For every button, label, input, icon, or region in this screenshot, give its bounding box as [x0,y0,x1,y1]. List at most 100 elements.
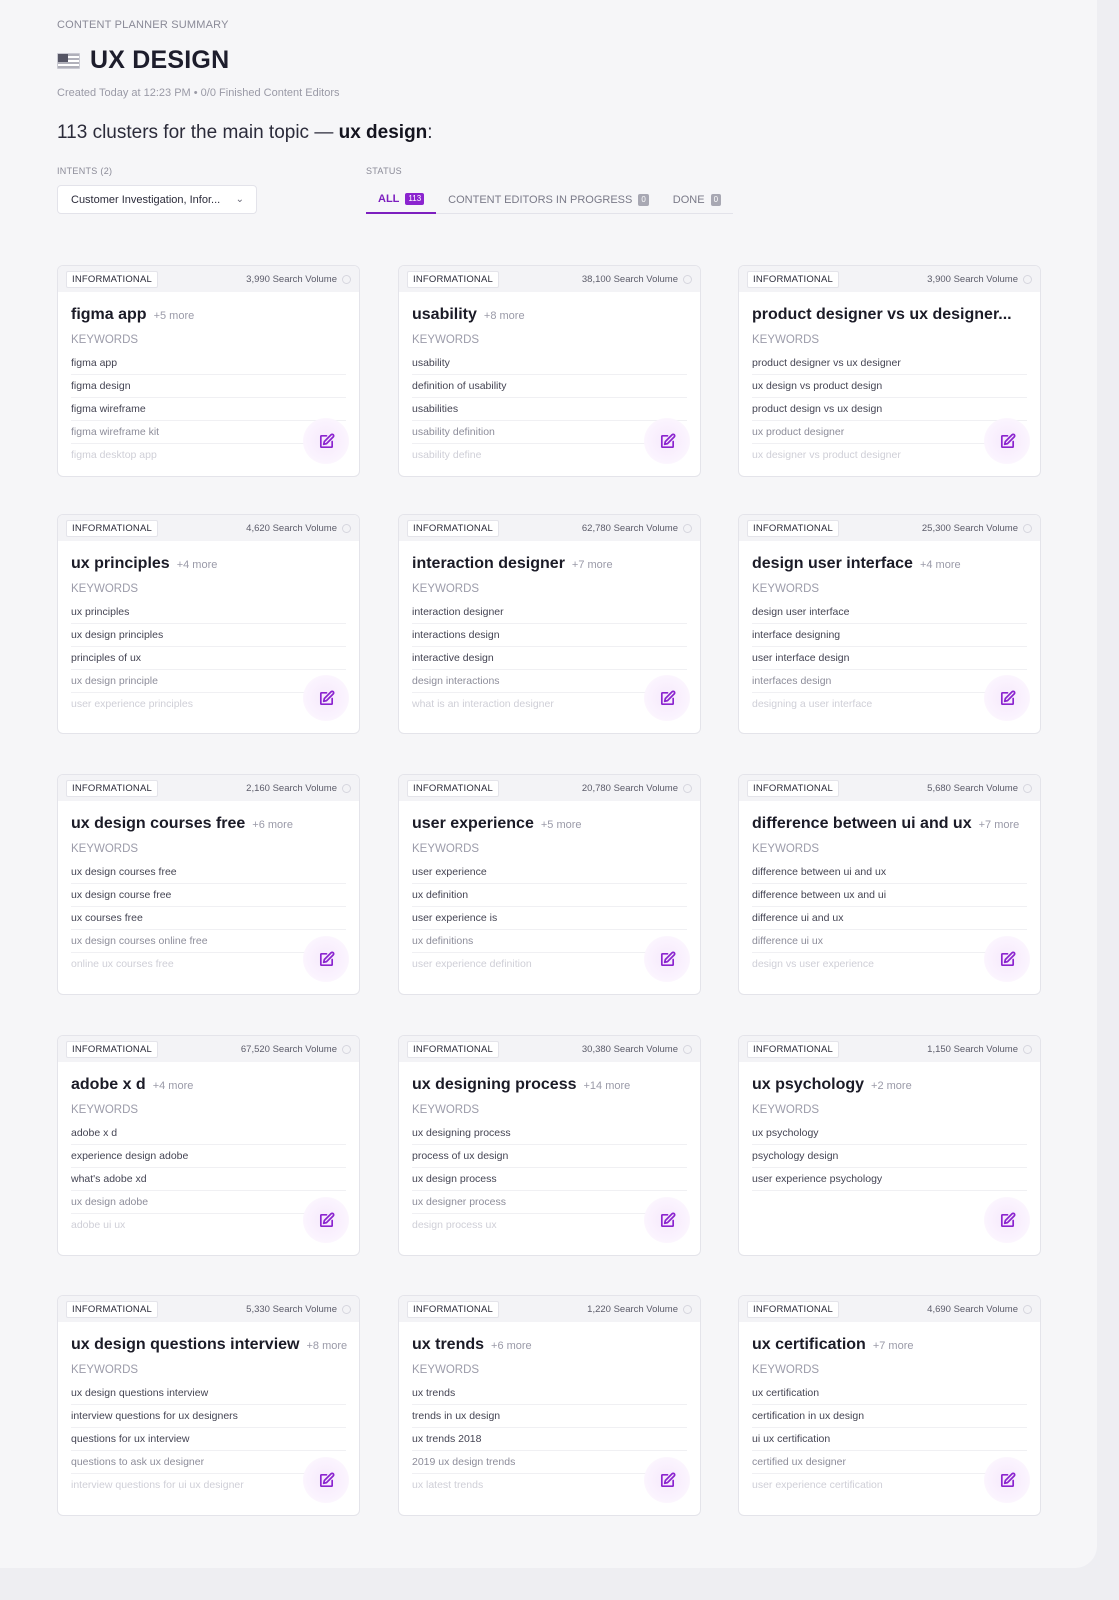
more-keywords-count: +8 more [306,1340,348,1352]
search-volume-text: 1,220 Search Volume [587,1303,678,1315]
edit-button[interactable] [303,936,349,982]
edit-button[interactable] [984,1457,1030,1503]
search-volume-text: 38,100 Search Volume [581,273,678,285]
cluster-title-text: adobe x d [71,1076,146,1093]
cluster-card[interactable]: INFORMATIONAL 25,300 Search Volume desig… [738,514,1041,734]
keywords-heading: KEYWORDS [71,1104,139,1116]
search-volume-text: 25,300 Search Volume [921,522,1018,534]
cluster-title-text: ux certification [752,1336,866,1353]
select-circle-icon[interactable] [1023,523,1032,533]
select-circle-icon[interactable] [683,274,692,284]
select-circle-icon[interactable] [342,1304,351,1314]
keyword-item: ux courses free [71,907,346,930]
more-keywords-count: +4 more [919,559,961,571]
keyword-item: ux certification [752,1382,1027,1405]
cluster-title: ux psychology +2 more [739,1062,1040,1094]
select-circle-icon[interactable] [1023,1304,1032,1314]
keyword-item: difference between ux and ui [752,884,1027,907]
search-volume-text: 62,780 Search Volume [581,522,678,534]
keyword-item: user experience [412,861,687,884]
cluster-card[interactable]: INFORMATIONAL 1,220 Search Volume ux tre… [398,1295,701,1516]
search-volume: 62,780 Search Volume [582,523,692,534]
keyword-item: difference between ui and ux [752,861,1027,884]
keyword-item: ux design questions interview [71,1382,346,1405]
keywords-heading: KEYWORDS [412,583,480,595]
cluster-card[interactable]: INFORMATIONAL 4,620 Search Volume ux pri… [57,514,360,734]
search-volume: 20,780 Search Volume [582,783,692,794]
tab-content-editors-in-progress[interactable]: CONTENT EDITORS IN PROGRESS 0 [436,185,661,214]
intents-dropdown[interactable]: Customer Investigation, Infor... ⌄ [57,185,257,214]
keyword-item: ux design course free [71,884,346,907]
select-circle-icon[interactable] [683,783,692,793]
keywords-heading: KEYWORDS [412,1364,480,1376]
keyword-item: ux psychology [752,1122,1027,1145]
keywords-heading: KEYWORDS [752,843,820,855]
more-keywords-count: +4 more [176,559,218,571]
tab-all[interactable]: ALL 113 [366,185,437,214]
cluster-card[interactable]: INFORMATIONAL 5,680 Search Volume differ… [738,774,1041,995]
keywords-heading: KEYWORDS [71,334,139,346]
select-circle-icon[interactable] [342,523,351,533]
cluster-card[interactable]: INFORMATIONAL 62,780 Search Volume inter… [398,514,701,734]
cluster-card[interactable]: INFORMATIONAL 4,690 Search Volume ux cer… [738,1295,1041,1516]
edit-button[interactable] [644,675,690,721]
edit-button[interactable] [644,1457,690,1503]
cluster-card[interactable]: INFORMATIONAL 67,520 Search Volume adobe… [57,1035,360,1256]
keywords-heading: KEYWORDS [412,334,480,346]
edit-button[interactable] [984,1197,1030,1243]
edit-icon [319,951,334,966]
edit-button[interactable] [984,936,1030,982]
keyword-item: psychology design [752,1145,1027,1168]
edit-button[interactable] [984,418,1030,464]
cluster-title: design user interface +4 more [739,541,1040,573]
card-header: INFORMATIONAL 1,150 Search Volume [739,1036,1040,1062]
search-volume: 3,900 Search Volume [927,274,1032,285]
cluster-card[interactable]: INFORMATIONAL 38,100 Search Volume usabi… [398,265,701,477]
search-volume: 67,520 Search Volume [241,1044,351,1055]
more-keywords-count: +6 more [491,1340,532,1352]
search-volume-text: 67,520 Search Volume [240,1043,337,1055]
select-circle-icon[interactable] [1023,783,1032,793]
edit-button[interactable] [303,675,349,721]
tab-count-badge: 0 [638,193,649,206]
headline-topic: ux design [338,122,428,143]
edit-button[interactable] [303,418,349,464]
card-header: INFORMATIONAL 38,100 Search Volume [399,266,700,292]
cluster-card[interactable]: INFORMATIONAL 2,160 Search Volume ux des… [57,774,360,995]
cluster-card[interactable]: INFORMATIONAL 30,380 Search Volume ux de… [398,1035,701,1256]
edit-icon [1000,690,1015,705]
cluster-card[interactable]: INFORMATIONAL 5,330 Search Volume ux des… [57,1295,360,1516]
select-circle-icon[interactable] [1023,274,1032,284]
edit-button[interactable] [984,675,1030,721]
more-keywords-count: +2 more [871,1080,912,1092]
cluster-card[interactable]: INFORMATIONAL 20,780 Search Volume user … [398,774,701,995]
cluster-title: product designer vs ux designer... [739,292,1040,324]
page-title: UX DESIGN [90,46,230,74]
select-circle-icon[interactable] [683,1044,692,1054]
edit-icon [319,1212,334,1227]
keywords-heading: KEYWORDS [752,334,820,346]
select-circle-icon[interactable] [683,523,692,533]
keyword-item: principles of ux [71,647,346,670]
cluster-title: ux certification +7 more [739,1322,1040,1354]
tab-done[interactable]: DONE 0 [661,185,733,214]
edit-button[interactable] [303,1197,349,1243]
edit-button[interactable] [644,936,690,982]
cluster-title-text: ux trends [412,1336,485,1353]
select-circle-icon[interactable] [342,783,351,793]
keyword-item: definition of usability [412,375,687,398]
intent-badge: INFORMATIONAL [66,519,159,537]
keyword-item: user experience is [412,907,687,930]
edit-button[interactable] [303,1457,349,1503]
cluster-card[interactable]: INFORMATIONAL 1,150 Search Volume ux psy… [738,1035,1041,1256]
keyword-item: difference ui and ux [752,907,1027,930]
cluster-card[interactable]: INFORMATIONAL 3,990 Search Volume figma … [57,265,360,477]
select-circle-icon[interactable] [342,274,351,284]
edit-button[interactable] [644,418,690,464]
select-circle-icon[interactable] [1023,1044,1032,1054]
select-circle-icon[interactable] [683,1304,692,1314]
select-circle-icon[interactable] [342,1044,351,1054]
edit-button[interactable] [644,1197,690,1243]
cluster-card[interactable]: INFORMATIONAL 3,900 Search Volume produc… [738,265,1041,477]
keyword-item: design user interface [752,601,1027,624]
